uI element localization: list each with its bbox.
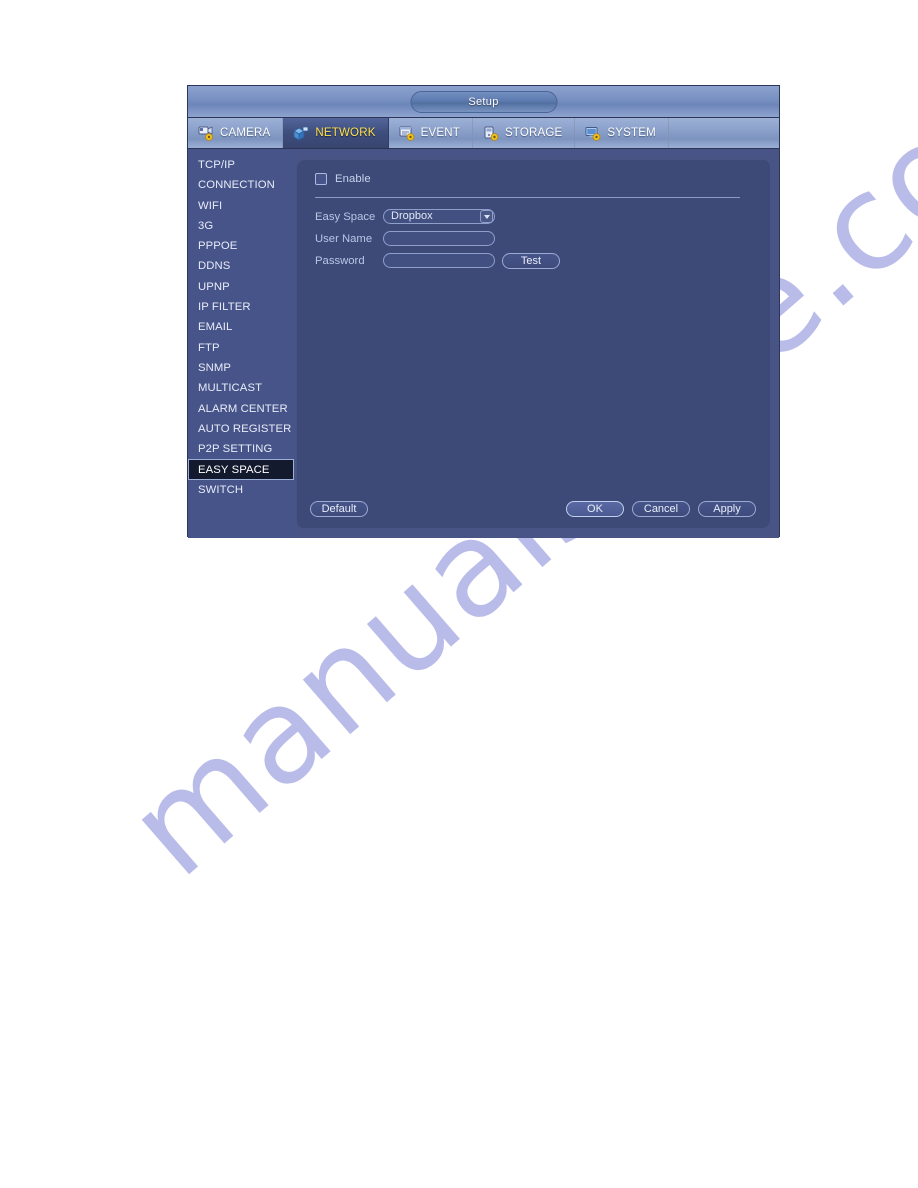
sidebar-item-alarm-center[interactable]: ALARM CENTER (188, 399, 296, 419)
sidebar-item-label: CONNECTION (198, 179, 275, 192)
sidebar-item-label: MULTICAST (198, 382, 263, 395)
easy-space-label: Easy Space (315, 210, 376, 223)
tab-label: NETWORK (315, 127, 376, 139)
user-name-input[interactable] (383, 231, 495, 246)
tab-storage[interactable]: STORAGE (473, 118, 576, 148)
sidebar-item-label: TCP/IP (198, 159, 236, 171)
panel-footer: Default OK Cancel Apply (296, 500, 770, 518)
sidebar-item-label: FTP (198, 341, 220, 354)
tab-event[interactable]: EVENT (389, 118, 474, 148)
ok-button[interactable]: OK (566, 501, 624, 517)
sidebar-item-easy-space[interactable]: EASY SPACE (188, 459, 294, 480)
sidebar-item-wifi[interactable]: WIFI (188, 196, 296, 216)
sidebar-item-label: IP FILTER (198, 301, 251, 314)
sidebar-item-label: WIFI (198, 199, 223, 212)
tab-label: SYSTEM (607, 127, 656, 139)
sidebar-item-label: SNMP (198, 361, 232, 374)
password-input[interactable] (383, 253, 495, 268)
sidebar-item-label: PPPOE (198, 240, 238, 253)
tab-system[interactable]: SYSTEM (575, 118, 669, 148)
sidebar-item-connection[interactable]: CONNECTION (188, 175, 296, 195)
sidebar-item-email[interactable]: EMAIL (188, 317, 296, 337)
enable-label: Enable (335, 173, 371, 185)
window-title-bar: Setup (188, 86, 779, 118)
network-sidebar[interactable]: TCP/IP CONNECTION WIFI 3G PPPOE DDNS UPN… (188, 149, 296, 538)
sidebar-item-label: AUTO REGISTER (198, 422, 292, 435)
network-icon (293, 126, 310, 141)
sidebar-item-pppoe[interactable]: PPPOE (188, 236, 296, 256)
tab-label: CAMERA (220, 127, 271, 139)
tab-camera[interactable]: CAMERA (188, 118, 284, 148)
storage-gear-icon (483, 126, 500, 141)
footer-action-group: OK Cancel Apply (566, 501, 756, 517)
sidebar-item-label: SWITCH (198, 483, 244, 496)
sidebar-item-auto-register[interactable]: AUTO REGISTER (188, 419, 296, 439)
event-gear-icon (399, 126, 416, 141)
window-body: TCP/IP CONNECTION WIFI 3G PPPOE DDNS UPN… (188, 149, 779, 538)
tab-label: EVENT (420, 127, 460, 139)
sidebar-item-switch[interactable]: SWITCH (188, 480, 296, 500)
easy-space-panel: Enable Easy Space Dropbox User Name Pass… (296, 159, 770, 528)
sidebar-item-multicast[interactable]: MULTICAST (188, 378, 296, 398)
sidebar-item-label: DDNS (198, 260, 231, 273)
easy-space-select[interactable]: Dropbox (383, 209, 495, 224)
sidebar-item-label: ALARM CENTER (198, 402, 288, 415)
user-name-label: User Name (315, 232, 373, 245)
section-divider (315, 197, 740, 198)
sidebar-item-label: EASY SPACE (198, 464, 270, 477)
password-row: Password Test (315, 250, 560, 271)
sidebar-item-snmp[interactable]: SNMP (188, 358, 296, 378)
tab-label: STORAGE (504, 127, 563, 139)
sidebar-item-label: P2P SETTING (198, 443, 273, 456)
password-label: Password (315, 254, 365, 267)
sidebar-item-upnp[interactable]: UPNP (188, 277, 296, 297)
sidebar-item-ddns[interactable]: DDNS (188, 256, 296, 276)
easy-space-row: Easy Space Dropbox (315, 206, 560, 227)
sidebar-item-tcp-ip[interactable]: TCP/IP (188, 155, 296, 175)
sidebar-item-p2p-setting[interactable]: P2P SETTING (188, 439, 296, 459)
sidebar-item-ftp[interactable]: FTP (188, 338, 296, 358)
user-name-row: User Name (315, 228, 560, 249)
easy-space-selected-value: Dropbox (391, 210, 433, 222)
default-button[interactable]: Default (310, 501, 368, 517)
setup-window: Setup CAMERA NETWORK EVENT STORAGE SYSTE… (188, 86, 779, 538)
enable-row[interactable]: Enable (315, 173, 371, 185)
sidebar-item-3g[interactable]: 3G (188, 216, 296, 236)
apply-button[interactable]: Apply (698, 501, 756, 517)
tab-network[interactable]: NETWORK (283, 118, 389, 148)
sidebar-item-label: EMAIL (198, 321, 233, 334)
chevron-down-icon[interactable] (480, 210, 493, 223)
easy-space-form: Easy Space Dropbox User Name Password Te… (315, 206, 560, 272)
sidebar-item-label: UPNP (198, 280, 230, 293)
enable-checkbox[interactable] (315, 173, 327, 185)
cancel-button[interactable]: Cancel (632, 501, 690, 517)
camera-gear-icon (198, 125, 215, 141)
page-title: Setup (410, 91, 557, 113)
main-tab-bar[interactable]: CAMERA NETWORK EVENT STORAGE SYSTEM (188, 118, 779, 149)
sidebar-item-label: 3G (198, 219, 214, 232)
system-gear-icon (585, 126, 602, 141)
test-button[interactable]: Test (502, 252, 560, 269)
sidebar-item-ip-filter[interactable]: IP FILTER (188, 297, 296, 317)
